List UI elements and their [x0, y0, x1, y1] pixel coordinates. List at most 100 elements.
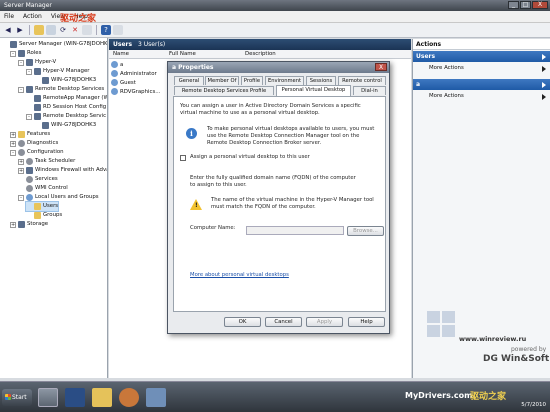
gear-icon: [26, 158, 33, 165]
tree-node-label: WIN-G78JDOHK3: [51, 122, 97, 128]
assign-desktop-checkbox[interactable]: [180, 155, 186, 161]
dialog-tab[interactable]: Profile: [241, 76, 263, 85]
export-icon[interactable]: [113, 25, 123, 35]
user-row[interactable]: Guest: [111, 78, 136, 87]
expand-icon[interactable]: +: [10, 131, 16, 138]
help-button[interactable]: Help: [348, 317, 385, 327]
more-actions-users[interactable]: More Actions: [413, 62, 550, 73]
user-row[interactable]: a: [111, 60, 123, 69]
tree-node[interactable]: WIN-G78JDOHK3: [34, 121, 96, 130]
server-icon: [26, 59, 33, 66]
tree-node-label: WIN-G78JDOHK3: [51, 77, 97, 83]
tree-node[interactable]: Groups: [26, 211, 62, 220]
expand-icon[interactable]: +: [18, 158, 24, 165]
server-icon: [18, 221, 25, 228]
tree-node[interactable]: + Storage: [10, 220, 48, 229]
tree-node[interactable]: Server Manager (WIN-G78JDOHK3): [2, 40, 107, 49]
collapse-icon[interactable]: -: [26, 113, 32, 120]
dialog-tab[interactable]: General: [174, 76, 204, 85]
dialog-tab[interactable]: Environment: [265, 76, 304, 85]
user-row[interactable]: Administrator: [111, 69, 157, 78]
tree-node[interactable]: + Diagnostics: [10, 139, 58, 148]
dialog-tab[interactable]: Dial-in: [353, 86, 386, 95]
menu-file[interactable]: File: [4, 13, 14, 20]
expand-icon[interactable]: +: [18, 167, 24, 174]
dialog-tab[interactable]: Remote control: [338, 76, 386, 85]
submenu-arrow-icon: [542, 94, 546, 100]
column-full-name[interactable]: Full Name: [169, 51, 196, 57]
clock: 5/7/2010: [521, 402, 546, 408]
tree-node[interactable]: + Features: [10, 130, 50, 139]
user-icon: [111, 79, 118, 86]
windows-logo-watermark: [427, 311, 457, 337]
dialog-tab[interactable]: Sessions: [306, 76, 336, 85]
tree-node[interactable]: + Windows Firewall with Adva: [18, 166, 107, 175]
tree-node[interactable]: - Remote Desktop Services: [18, 85, 104, 94]
computer-name-input[interactable]: [246, 226, 344, 235]
tree-node[interactable]: - Local Users and Groups: [18, 193, 99, 202]
collapse-arrow-icon: [542, 54, 546, 60]
tree-node-label: Remote Desktop Services: [35, 86, 105, 92]
tree-node[interactable]: - Configuration: [10, 148, 64, 157]
tree-node[interactable]: WMI Control: [18, 184, 68, 193]
actions-group-a[interactable]: a: [413, 79, 550, 90]
column-description[interactable]: Description: [245, 51, 276, 57]
show-tree-icon[interactable]: [46, 25, 56, 35]
server-manager-taskbar-icon[interactable]: [38, 388, 58, 407]
cancel-button[interactable]: Cancel: [265, 317, 302, 327]
start-button[interactable]: Start: [2, 389, 32, 406]
tree-node[interactable]: - Hyper-V: [18, 58, 56, 67]
back-icon[interactable]: ◀: [3, 25, 13, 35]
browse-button[interactable]: Browse...: [347, 226, 384, 236]
actions-group-users[interactable]: Users: [413, 51, 550, 62]
more-actions-a[interactable]: More Actions: [413, 90, 550, 101]
tree-node[interactable]: Users: [24, 201, 60, 212]
tree-node[interactable]: - Roles: [10, 49, 41, 58]
app-taskbar-icon[interactable]: [119, 388, 139, 407]
computer-name-label: Computer Name:: [190, 225, 236, 231]
tree-node[interactable]: RD Session Host Config: [26, 103, 106, 112]
title-bar: Server Manager _ □ X: [0, 0, 550, 11]
tree-node[interactable]: WIN-G78JDOHK3: [34, 76, 96, 85]
powershell-taskbar-icon[interactable]: [65, 388, 85, 407]
maximize-button[interactable]: □: [520, 1, 531, 9]
tree-node[interactable]: + Task Scheduler: [18, 157, 75, 166]
server-icon: [26, 167, 33, 174]
tree-node[interactable]: - Hyper-V Manager: [26, 67, 90, 76]
expand-icon[interactable]: +: [10, 221, 16, 228]
dialog-close-button[interactable]: X: [375, 63, 387, 71]
tree-node[interactable]: Services: [18, 175, 58, 184]
more-info-link[interactable]: More about personal virtual desktops: [190, 272, 289, 278]
forward-icon[interactable]: ▶: [15, 25, 25, 35]
ok-button[interactable]: OK: [224, 317, 261, 327]
expand-icon[interactable]: +: [10, 140, 16, 147]
properties-icon[interactable]: [82, 25, 92, 35]
column-name[interactable]: Name: [113, 51, 129, 57]
properties-taskbar-icon[interactable]: [146, 388, 166, 407]
collapse-icon[interactable]: -: [10, 50, 16, 57]
collapse-icon[interactable]: -: [26, 68, 32, 75]
users-icon: [26, 194, 33, 201]
up-folder-icon[interactable]: [34, 25, 44, 35]
dialog-tab-active[interactable]: Personal Virtual Desktop: [276, 85, 351, 96]
explorer-taskbar-icon[interactable]: [92, 388, 112, 407]
minimize-button[interactable]: _: [508, 1, 519, 9]
help-icon[interactable]: ?: [101, 25, 111, 35]
close-button[interactable]: X: [532, 1, 548, 9]
collapse-icon[interactable]: -: [10, 149, 16, 156]
apply-button[interactable]: Apply: [306, 317, 343, 327]
submenu-arrow-icon: [542, 66, 546, 72]
tree-node[interactable]: RemoteApp Manager (W: [26, 94, 107, 103]
collapse-icon[interactable]: -: [18, 59, 24, 66]
collapse-icon[interactable]: -: [18, 194, 24, 201]
refresh-icon[interactable]: ⟳: [58, 25, 68, 35]
dialog-tab[interactable]: Member Of: [205, 76, 239, 85]
tree-node[interactable]: - Remote Desktop Servic: [26, 112, 106, 121]
delete-icon[interactable]: ✕: [70, 25, 80, 35]
menu-action[interactable]: Action: [23, 13, 42, 20]
user-row[interactable]: RDVGraphics...: [111, 87, 160, 96]
dialog-tab[interactable]: Remote Desktop Services Profile: [174, 86, 274, 95]
actions-group-label: a: [416, 81, 421, 88]
collapse-icon[interactable]: -: [18, 86, 24, 93]
toolbar-separator: [96, 25, 97, 35]
